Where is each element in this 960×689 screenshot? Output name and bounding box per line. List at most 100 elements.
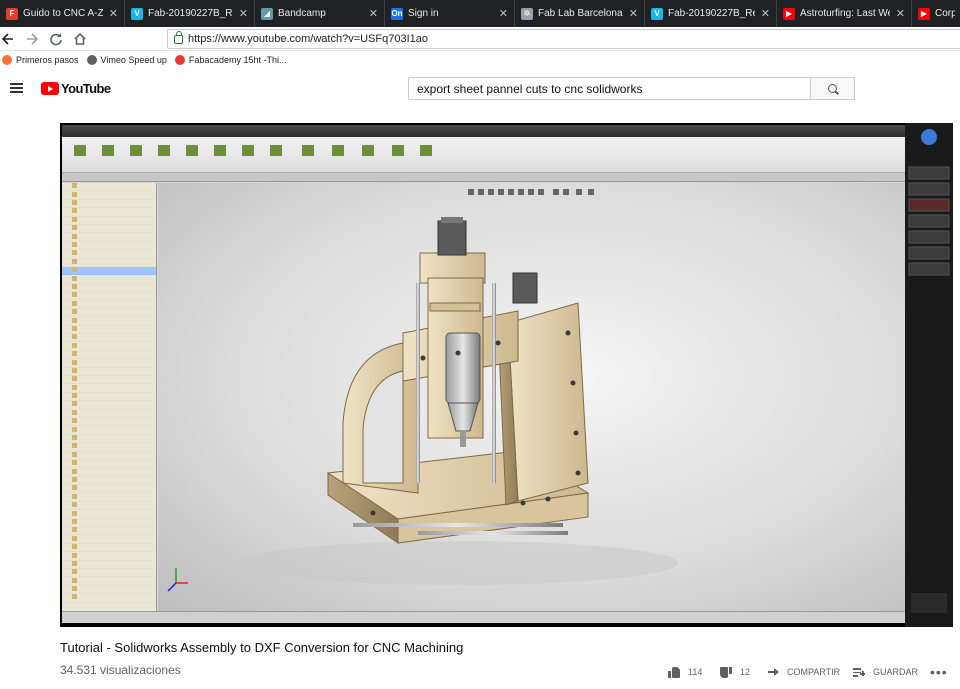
dislike-count: 12 [740, 667, 751, 677]
video-frame-tree-row [62, 275, 156, 284]
video-frame-tree-row [62, 217, 156, 225]
search-button[interactable] [810, 77, 855, 100]
share-label: COMPARTIR [787, 667, 841, 677]
like-count: 114 [688, 667, 703, 677]
video-frame-tree-row [62, 477, 156, 486]
video-player[interactable] [60, 123, 953, 627]
search-input[interactable]: export sheet pannel cuts to cnc solidwor… [408, 77, 811, 100]
video-title: Tutorial - Solidworks Assembly to DXF Co… [60, 640, 464, 655]
browser-tab[interactable]: V Fab-20190227B_Review ✕ [645, 0, 777, 27]
browser-tab[interactable]: ✲ Fab Lab Barcelona ✕ [515, 0, 645, 27]
vimeo-icon: V [651, 7, 663, 20]
youtube-logo-text: YouTube [61, 81, 111, 96]
vimeo-icon: V [131, 7, 143, 20]
browser-tab-title: Fab Lab Barcelona [538, 8, 623, 19]
close-tab-icon[interactable]: ✕ [761, 7, 770, 20]
menu-icon[interactable] [10, 83, 23, 93]
video-frame-ribbon-icons [74, 145, 432, 156]
video-frame-tree-row [62, 527, 156, 536]
forward-arrow-icon [27, 32, 39, 45]
browser-tab-strip: F Guido to CNC A-Z | Fab ✕ V Fab-20190227B_R… [0, 0, 960, 27]
close-tab-icon[interactable]: ✕ [369, 7, 378, 20]
home-icon [74, 32, 86, 45]
video-frame-tree-row [62, 535, 156, 544]
video-frame-tree-row [62, 309, 156, 318]
video-frame-tree-row [62, 418, 156, 427]
video-frame-tree-row [62, 317, 156, 326]
cnc-machine-render [167, 189, 678, 592]
back-button[interactable] [0, 27, 20, 51]
video-frame-tree-row [62, 284, 156, 293]
browser-toolbar: https://www.youtube.com/watch?v=USFq703I… [0, 27, 960, 51]
bookmark-item[interactable]: Fabacademy 15ht -Thi... [174, 55, 287, 65]
dislike-button[interactable]: 12 [720, 664, 750, 680]
browser-tab[interactable]: ▶ Astroturfing: Last Week ✕ [777, 0, 912, 27]
video-frame-tree-row [62, 552, 156, 561]
bookmark-label: Vimeo Speed up [100, 55, 167, 65]
fab-icon: F [6, 7, 18, 20]
video-frame-tree-row [62, 460, 156, 469]
close-tab-icon[interactable]: ✕ [629, 7, 638, 20]
video-frame-tree-row [62, 435, 156, 444]
video-frame-tree-row [62, 300, 156, 309]
video-frame-solidworks [62, 125, 905, 623]
playlist-add-icon [853, 667, 865, 677]
share-button[interactable]: COMPARTIR [768, 664, 840, 680]
video-frame-tree-row [62, 368, 156, 376]
video-frame-tree-row [62, 242, 156, 251]
video-frame-tree-row [62, 342, 156, 351]
lock-icon [174, 30, 183, 44]
video-frame-tree-row [62, 225, 156, 234]
close-tab-icon[interactable]: ✕ [239, 7, 248, 20]
video-frame-ribbon [62, 137, 905, 173]
youtube-logo[interactable]: YouTube [41, 81, 111, 96]
browser-tab-title: Corp [935, 8, 955, 19]
video-frame-tree-row [62, 401, 156, 410]
bookmark-item[interactable]: Vimeo Speed up [86, 55, 167, 65]
bookmark-label: Fabacademy 15ht -Thi... [188, 55, 287, 65]
thumbs-up-icon [668, 666, 680, 678]
video-frame-tree-row [62, 250, 156, 259]
video-frame-tree-row [62, 208, 156, 217]
more-actions-button[interactable]: ••• [930, 664, 948, 680]
video-frame-tree-row [62, 351, 156, 360]
bookmark-icon [174, 55, 185, 65]
video-frame-tree-row [62, 561, 156, 569]
video-frame-tree-row [62, 426, 156, 435]
video-frame-tree-row [62, 384, 156, 393]
video-frame-tree-row [62, 510, 156, 519]
home-button[interactable] [68, 27, 92, 51]
reload-button[interactable] [44, 27, 68, 51]
video-frame-statusbar [62, 611, 905, 623]
video-frame-taskbar [905, 123, 953, 627]
video-frame-tree-row [62, 544, 156, 553]
forward-button[interactable] [20, 27, 44, 51]
video-frame-tree-row [62, 410, 156, 418]
browser-tab[interactable]: On Sign in ✕ [385, 0, 515, 27]
browser-tab[interactable]: ▶ Corp [912, 0, 960, 27]
video-frame-tree-row [62, 233, 156, 242]
video-frame-tree-row [62, 191, 156, 200]
like-button[interactable]: 114 [668, 664, 702, 680]
thumbs-down-icon [720, 666, 732, 678]
browser-tab[interactable]: ◢ Bandcamp ✕ [255, 0, 385, 27]
youtube-icon: ▶ [918, 7, 930, 20]
close-tab-icon[interactable]: ✕ [499, 7, 508, 20]
close-tab-icon[interactable]: ✕ [109, 7, 118, 20]
save-button[interactable]: GUARDAR [853, 664, 918, 680]
fablab-icon: ✲ [521, 7, 533, 20]
video-frame-tree-row [62, 326, 156, 335]
address-bar[interactable]: https://www.youtube.com/watch?v=USFq703I… [167, 29, 960, 49]
video-frame-taskbar-icons [908, 129, 950, 613]
bookmark-item[interactable]: Primeros pasos [2, 55, 79, 65]
close-tab-icon[interactable]: ✕ [896, 7, 905, 20]
browser-tab[interactable]: V Fab-20190227B_Review ✕ [125, 0, 255, 27]
video-frame-tree-row [62, 259, 156, 267]
video-frame-tree-row [62, 376, 156, 385]
reload-icon [50, 32, 62, 45]
signin-icon: On [391, 7, 403, 20]
video-frame-tree-row [62, 266, 156, 276]
browser-tab-title: Astroturfing: Last Week [800, 8, 890, 19]
browser-tab[interactable]: F Guido to CNC A-Z | Fab ✕ [0, 0, 125, 27]
browser-tab-title: Bandcamp [278, 8, 326, 19]
